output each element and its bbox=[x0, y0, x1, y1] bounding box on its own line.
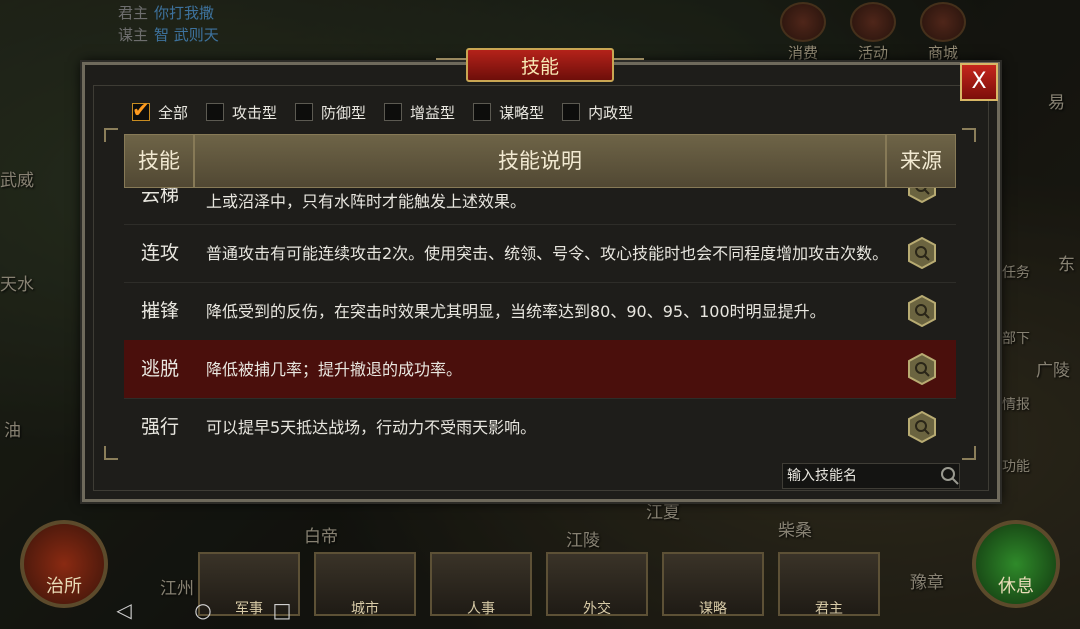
skill-description: 降低被捕几率；提升撤退的成功率。 bbox=[206, 359, 463, 379]
skill-description: 普通攻击有可能连续攻击2次。使用突击、统领、号令、攻心技能时也会不同程度增加攻击… bbox=[206, 243, 889, 263]
filter-all[interactable]: 全部 bbox=[132, 98, 189, 123]
skill-name: 强行 bbox=[140, 416, 179, 438]
frame-corner bbox=[962, 446, 976, 460]
command-city[interactable]: 城市 bbox=[314, 552, 416, 617]
command-lord[interactable]: 君主 bbox=[778, 552, 880, 617]
command-label: 人事 bbox=[467, 601, 495, 617]
title-ornament-left bbox=[436, 58, 466, 76]
filter-strategy[interactable]: 谋略型 bbox=[473, 102, 544, 123]
filter-label: 全部 bbox=[158, 103, 189, 122]
filter-label: 增益型 bbox=[410, 103, 456, 122]
filter-domestic[interactable]: 内政型 bbox=[562, 102, 633, 123]
skill-name: 云梯 bbox=[140, 188, 179, 206]
governor-button-label: 治所 bbox=[46, 576, 82, 597]
source-search-icon[interactable] bbox=[907, 295, 937, 327]
frame-corner bbox=[104, 446, 118, 460]
filter-buff[interactable]: 增益型 bbox=[384, 102, 455, 123]
source-search-icon[interactable] bbox=[907, 353, 937, 385]
frame-corner bbox=[104, 128, 118, 142]
close-icon: X bbox=[971, 69, 987, 94]
filter-label: 防御型 bbox=[321, 103, 367, 122]
column-header-description: 技能说明 bbox=[194, 134, 886, 188]
filter-defense[interactable]: 防御型 bbox=[295, 102, 366, 123]
checkbox-icon[interactable] bbox=[384, 103, 403, 121]
command-diplomacy[interactable]: 外交 bbox=[546, 552, 648, 617]
table-row[interactable]: 云梯 上或沼泽中，只有水阵时才能触发上述效果。 bbox=[124, 188, 956, 225]
recents-icon[interactable]: □ bbox=[270, 598, 294, 622]
skill-name: 摧锋 bbox=[140, 300, 179, 322]
frame-corner bbox=[962, 128, 976, 142]
command-label: 谋略 bbox=[699, 601, 727, 617]
rest-button-label: 休息 bbox=[998, 576, 1034, 597]
command-label: 君主 bbox=[815, 601, 843, 617]
search-icon[interactable] bbox=[940, 466, 960, 486]
column-header-source: 来源 bbox=[886, 134, 956, 188]
table-row[interactable]: 连攻 普通攻击有可能连续攻击2次。使用突击、统领、号令、攻心技能时也会不同程度增… bbox=[124, 224, 956, 283]
checkbox-icon[interactable] bbox=[132, 98, 150, 122]
skill-description: 可以提早5天抵达战场，行动力不受雨天影响。 bbox=[206, 417, 537, 437]
command-label: 外交 bbox=[583, 601, 611, 617]
back-icon[interactable]: ◁ bbox=[112, 598, 136, 622]
dialog-title: 技能 bbox=[466, 48, 614, 82]
command-strategy[interactable]: 谋略 bbox=[662, 552, 764, 617]
checkbox-icon[interactable] bbox=[295, 103, 314, 121]
home-icon[interactable]: ○ bbox=[191, 598, 215, 622]
filter-label: 攻击型 bbox=[232, 103, 278, 122]
table-row[interactable]: 强行 可以提早5天抵达战场，行动力不受雨天影响。 bbox=[124, 398, 956, 456]
table-body[interactable]: 云梯 上或沼泽中，只有水阵时才能触发上述效果。 连攻 普通攻击有可能连续攻击2次… bbox=[124, 188, 956, 456]
source-search-icon[interactable] bbox=[907, 411, 937, 443]
skill-search-input[interactable]: 输入技能名 bbox=[782, 463, 960, 489]
checkbox-icon[interactable] bbox=[562, 103, 581, 121]
source-search-icon[interactable] bbox=[907, 237, 937, 269]
command-personnel[interactable]: 人事 bbox=[430, 552, 532, 617]
table-header: 技能 技能说明 来源 bbox=[124, 134, 956, 188]
title-ornament-right bbox=[614, 58, 644, 76]
table-row-selected[interactable]: 逃脱 降低被捕几率；提升撤退的成功率。 bbox=[124, 340, 956, 399]
skill-name: 逃脱 bbox=[140, 358, 179, 380]
checkbox-icon[interactable] bbox=[473, 103, 492, 121]
search-placeholder: 输入技能名 bbox=[787, 468, 857, 484]
rest-button[interactable]: 休息 bbox=[972, 520, 1060, 608]
filter-label: 谋略型 bbox=[499, 103, 545, 122]
filter-bar: 全部 攻击型 防御型 增益型 谋略型 内政型 bbox=[132, 98, 651, 124]
skill-name: 连攻 bbox=[140, 242, 179, 264]
filter-attack[interactable]: 攻击型 bbox=[206, 102, 277, 123]
source-search-icon[interactable] bbox=[907, 188, 937, 203]
command-label: 军事 bbox=[235, 601, 263, 617]
column-header-skill[interactable]: 技能 bbox=[124, 134, 194, 188]
command-label: 城市 bbox=[351, 601, 379, 617]
governor-button[interactable]: 治所 bbox=[20, 520, 108, 608]
table-row[interactable]: 摧锋 降低受到的反伤，在突击时效果尤其明显，当统率达到80、90、95、100时… bbox=[124, 282, 956, 341]
skill-table: 技能 技能说明 来源 云梯 上或沼泽中，只有水阵时才能触发上述效果。 连攻 普通… bbox=[124, 134, 956, 456]
close-button[interactable]: X bbox=[960, 63, 998, 101]
checkbox-icon[interactable] bbox=[206, 103, 225, 121]
filter-label: 内政型 bbox=[588, 103, 634, 122]
skill-description: 降低受到的反伤，在突击时效果尤其明显，当统率达到80、90、95、100时明显提… bbox=[206, 301, 826, 321]
